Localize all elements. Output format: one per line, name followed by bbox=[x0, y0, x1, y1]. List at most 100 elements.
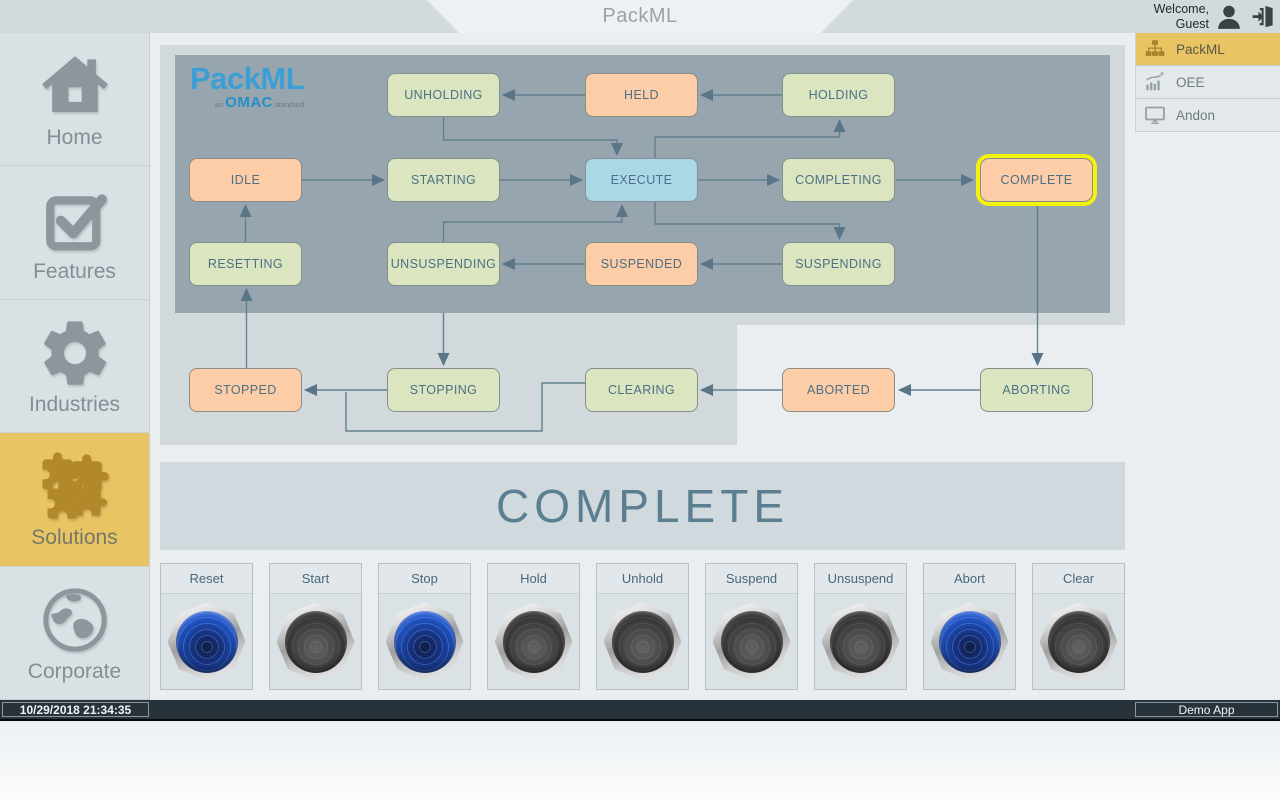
user-area: Welcome, Guest bbox=[1154, 0, 1276, 33]
push-button-cap bbox=[611, 610, 674, 673]
sidebar-item-label: Corporate bbox=[27, 659, 122, 683]
sidebar-item-features[interactable]: Features bbox=[0, 166, 149, 300]
unsuspend-push-button[interactable] bbox=[821, 602, 900, 681]
push-button-cap bbox=[175, 610, 238, 673]
control-label: Hold bbox=[488, 564, 579, 594]
control-label: Reset bbox=[161, 564, 252, 594]
control-card-unsuspend: Unsuspend bbox=[814, 563, 907, 690]
control-buttons: Reset Start Stop Hold Unhold Suspend Unsuspend… bbox=[160, 563, 1125, 691]
home-icon bbox=[37, 48, 113, 124]
state-starting: STARTING bbox=[387, 158, 500, 202]
state-suspended: SUSPENDED bbox=[585, 242, 698, 286]
sidebar-item-industries[interactable]: Industries bbox=[0, 300, 149, 434]
state-held: HELD bbox=[585, 73, 698, 117]
push-button-cap bbox=[284, 610, 347, 673]
right-sidebar: PackML OEE Andon bbox=[1135, 33, 1280, 132]
start-push-button[interactable] bbox=[276, 602, 355, 681]
push-button-cap bbox=[829, 610, 892, 673]
control-label: Suspend bbox=[706, 564, 797, 594]
edge-execute-suspending bbox=[654, 202, 846, 240]
state-complete: COMPLETE bbox=[980, 158, 1093, 202]
state-holding: HOLDING bbox=[782, 73, 895, 117]
state-unholding: UNHOLDING bbox=[387, 73, 500, 117]
state-stopped: STOPPED bbox=[189, 368, 302, 412]
sidebar-item-home[interactable]: Home bbox=[0, 33, 149, 167]
app-tab-label: OEE bbox=[1176, 74, 1205, 90]
state-diagram-panel: PackML an OMAC standard UNHOLDING HELD H… bbox=[160, 45, 1125, 445]
state-aborted: ABORTED bbox=[782, 368, 895, 412]
logout-icon[interactable] bbox=[1249, 3, 1276, 30]
state-aborting: ABORTING bbox=[980, 368, 1093, 412]
control-body bbox=[706, 594, 797, 689]
push-button-cap bbox=[1047, 610, 1110, 673]
control-card-abort: Abort bbox=[923, 563, 1016, 690]
app-name: Demo App bbox=[1135, 702, 1278, 717]
control-label: Stop bbox=[379, 564, 470, 594]
trend-chart-icon bbox=[1144, 71, 1166, 93]
hold-push-button[interactable] bbox=[494, 602, 573, 681]
state-completing: COMPLETING bbox=[782, 158, 895, 202]
push-button-cap bbox=[938, 610, 1001, 673]
monitor-icon bbox=[1144, 104, 1166, 126]
footer-bar: 10/29/2018 21:34:35 Demo App bbox=[0, 700, 1280, 721]
state-clearing: CLEARING bbox=[585, 368, 698, 412]
app-tab-andon[interactable]: Andon bbox=[1136, 99, 1280, 132]
welcome-line1: Welcome, bbox=[1153, 1, 1209, 16]
control-body bbox=[597, 594, 688, 689]
welcome-text: Welcome, Guest bbox=[1154, 2, 1209, 32]
abort-push-button[interactable] bbox=[930, 602, 1009, 681]
edge-unsuspending-execute bbox=[442, 204, 628, 242]
stop-push-button[interactable] bbox=[385, 602, 464, 681]
top-bar: PackML Welcome, Guest bbox=[0, 0, 1280, 33]
control-body bbox=[161, 594, 252, 689]
control-card-hold: Hold bbox=[487, 563, 580, 690]
welcome-line2: Guest bbox=[1175, 16, 1209, 31]
sidebar-item-label: Solutions bbox=[31, 526, 118, 550]
state-execute: EXECUTE bbox=[585, 158, 698, 202]
state-unsuspending: UNSUSPENDING bbox=[387, 242, 500, 286]
control-card-start: Start bbox=[269, 563, 362, 690]
control-card-clear: Clear bbox=[1032, 563, 1125, 690]
control-body bbox=[379, 594, 470, 689]
clear-push-button[interactable] bbox=[1039, 602, 1118, 681]
app-tab-oee[interactable]: OEE bbox=[1136, 66, 1280, 99]
control-label: Unhold bbox=[597, 564, 688, 594]
control-card-unhold: Unhold bbox=[596, 563, 689, 690]
checkbox-icon bbox=[37, 182, 113, 258]
state-suspending: SUSPENDING bbox=[782, 242, 895, 286]
page-title-tab: PackML bbox=[427, 0, 853, 33]
push-button-cap bbox=[393, 610, 456, 673]
edge-unholding-execute bbox=[442, 117, 623, 156]
state-resetting: RESETTING bbox=[189, 242, 302, 286]
status-banner: COMPLETE bbox=[160, 462, 1125, 550]
state-stopping: STOPPING bbox=[387, 368, 500, 412]
app-tab-label: Andon bbox=[1176, 107, 1216, 123]
edge-execute-holding bbox=[654, 119, 846, 158]
state-idle: IDLE bbox=[189, 158, 302, 202]
bottom-fade bbox=[0, 723, 1280, 800]
control-label: Clear bbox=[1033, 564, 1124, 594]
user-icon[interactable] bbox=[1214, 2, 1244, 32]
puzzle-icon bbox=[37, 448, 113, 524]
app-tab-packml[interactable]: PackML bbox=[1136, 33, 1280, 66]
control-body bbox=[924, 594, 1015, 689]
status-banner-text: COMPLETE bbox=[495, 480, 790, 532]
control-label: Unsuspend bbox=[815, 564, 906, 594]
left-sidebar: Home Features Industries Solutions Corporate bbox=[0, 33, 150, 701]
control-card-stop: Stop bbox=[378, 563, 471, 690]
control-body bbox=[270, 594, 361, 689]
packml-hmi-screen: PackML Welcome, Guest Home Features Indust… bbox=[0, 0, 1280, 800]
control-body bbox=[488, 594, 579, 689]
reset-push-button[interactable] bbox=[167, 602, 246, 681]
sidebar-item-solutions[interactable]: Solutions bbox=[0, 433, 149, 567]
app-tab-label: PackML bbox=[1176, 41, 1225, 57]
sidebar-item-corporate[interactable]: Corporate bbox=[0, 567, 149, 701]
sidebar-item-label: Industries bbox=[28, 393, 121, 417]
control-card-suspend: Suspend bbox=[705, 563, 798, 690]
suspend-push-button[interactable] bbox=[712, 602, 791, 681]
sidebar-item-label: Home bbox=[46, 126, 103, 150]
unhold-push-button[interactable] bbox=[603, 602, 682, 681]
push-button-cap bbox=[720, 610, 783, 673]
control-body bbox=[1033, 594, 1124, 689]
control-card-reset: Reset bbox=[160, 563, 253, 690]
